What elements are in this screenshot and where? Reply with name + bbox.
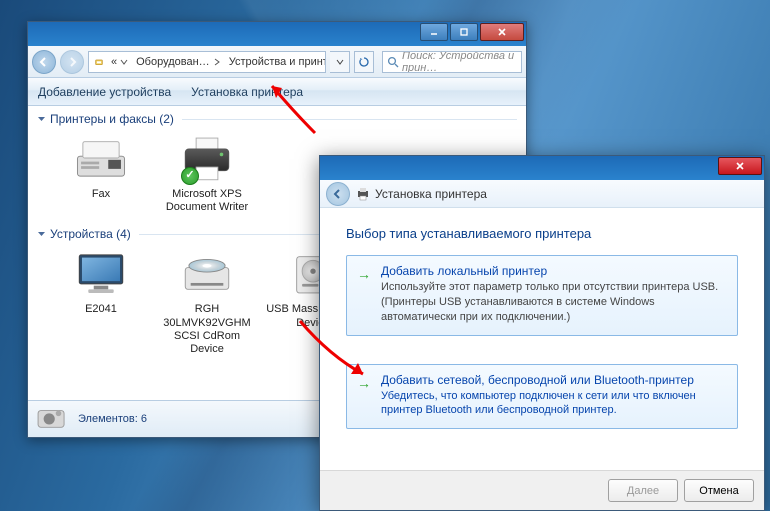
option-network-title: Добавить сетевой, беспроводной или Bluet… bbox=[381, 373, 725, 387]
option-local-desc: Используйте этот параметр только при отс… bbox=[381, 280, 725, 325]
device-fax[interactable]: Fax bbox=[51, 131, 151, 214]
wizard-back-button[interactable] bbox=[326, 182, 350, 206]
printer-icon bbox=[356, 187, 370, 201]
minimize-button[interactable] bbox=[420, 23, 448, 41]
group-printers-header[interactable]: Принтеры и факсы (2) bbox=[29, 107, 525, 129]
command-bar: Добавление устройства Установка принтера bbox=[28, 78, 526, 106]
default-check-icon bbox=[181, 167, 199, 185]
device-xps[interactable]: Microsoft XPS Document Writer bbox=[157, 131, 257, 214]
option-network-desc: Убедитесь, что компьютер подключен к сет… bbox=[381, 389, 725, 419]
arrow-icon: → bbox=[357, 266, 371, 282]
add-printer-wizard: Установка принтера Выбор типа устанавлив… bbox=[319, 155, 765, 511]
breadcrumb-seg2[interactable]: Устройства и принтеры bbox=[225, 56, 326, 68]
nav-bar: « Оборудован… Устройства и принтеры Поис… bbox=[28, 46, 526, 78]
chevron-down-icon bbox=[37, 115, 46, 124]
add-printer-link[interactable]: Установка принтера bbox=[191, 85, 303, 99]
title-bar bbox=[28, 22, 526, 46]
wizard-heading: Выбор типа устанавливаемого принтера bbox=[346, 226, 738, 241]
maximize-button[interactable] bbox=[450, 23, 478, 41]
wizard-header: Установка принтера bbox=[320, 180, 764, 208]
status-thumb-icon bbox=[36, 405, 68, 434]
status-text: Элементов: 6 bbox=[78, 413, 147, 425]
cancel-button[interactable]: Отмена bbox=[684, 479, 754, 502]
breadcrumb[interactable]: « Оборудован… Устройства и принтеры bbox=[88, 51, 326, 73]
forward-button[interactable] bbox=[60, 50, 84, 74]
arrow-icon: → bbox=[357, 375, 371, 391]
device-cdrom[interactable]: RGH 30LMVK92VGHM SCSI CdRom Device bbox=[157, 246, 257, 356]
device-monitor[interactable]: E2041 bbox=[51, 246, 151, 356]
optical-drive-icon bbox=[175, 246, 239, 300]
monitor-icon bbox=[69, 246, 133, 300]
add-device-link[interactable]: Добавление устройства bbox=[38, 85, 171, 99]
option-local-title: Добавить локальный принтер bbox=[381, 264, 725, 278]
breadcrumb-seg1[interactable]: Оборудован… bbox=[132, 56, 225, 68]
next-button[interactable]: Далее bbox=[608, 479, 678, 502]
wizard-body: Выбор типа устанавливаемого принтера → Д… bbox=[320, 208, 764, 429]
breadcrumb-dropdown-button[interactable] bbox=[330, 51, 350, 73]
printer-icon bbox=[175, 131, 239, 185]
wizard-footer: Далее Отмена bbox=[320, 470, 764, 510]
close-button[interactable] bbox=[480, 23, 524, 41]
wizard-title-text: Установка принтера bbox=[375, 187, 487, 201]
breadcrumb-dropdown-icon[interactable]: « bbox=[107, 56, 132, 68]
back-button[interactable] bbox=[32, 50, 56, 74]
option-network-printer[interactable]: → Добавить сетевой, беспроводной или Blu… bbox=[346, 364, 738, 430]
search-input[interactable]: Поиск: Устройства и прин… bbox=[382, 51, 522, 73]
wizard-close-button[interactable] bbox=[718, 157, 762, 175]
breadcrumb-icon bbox=[91, 58, 107, 66]
chevron-down-icon bbox=[37, 230, 46, 239]
refresh-button[interactable] bbox=[354, 51, 374, 73]
fax-icon bbox=[69, 131, 133, 185]
search-placeholder: Поиск: Устройства и прин… bbox=[402, 51, 517, 73]
wizard-title-bar bbox=[320, 156, 764, 180]
option-local-printer[interactable]: → Добавить локальный принтер Используйте… bbox=[346, 255, 738, 336]
search-icon bbox=[387, 56, 399, 68]
